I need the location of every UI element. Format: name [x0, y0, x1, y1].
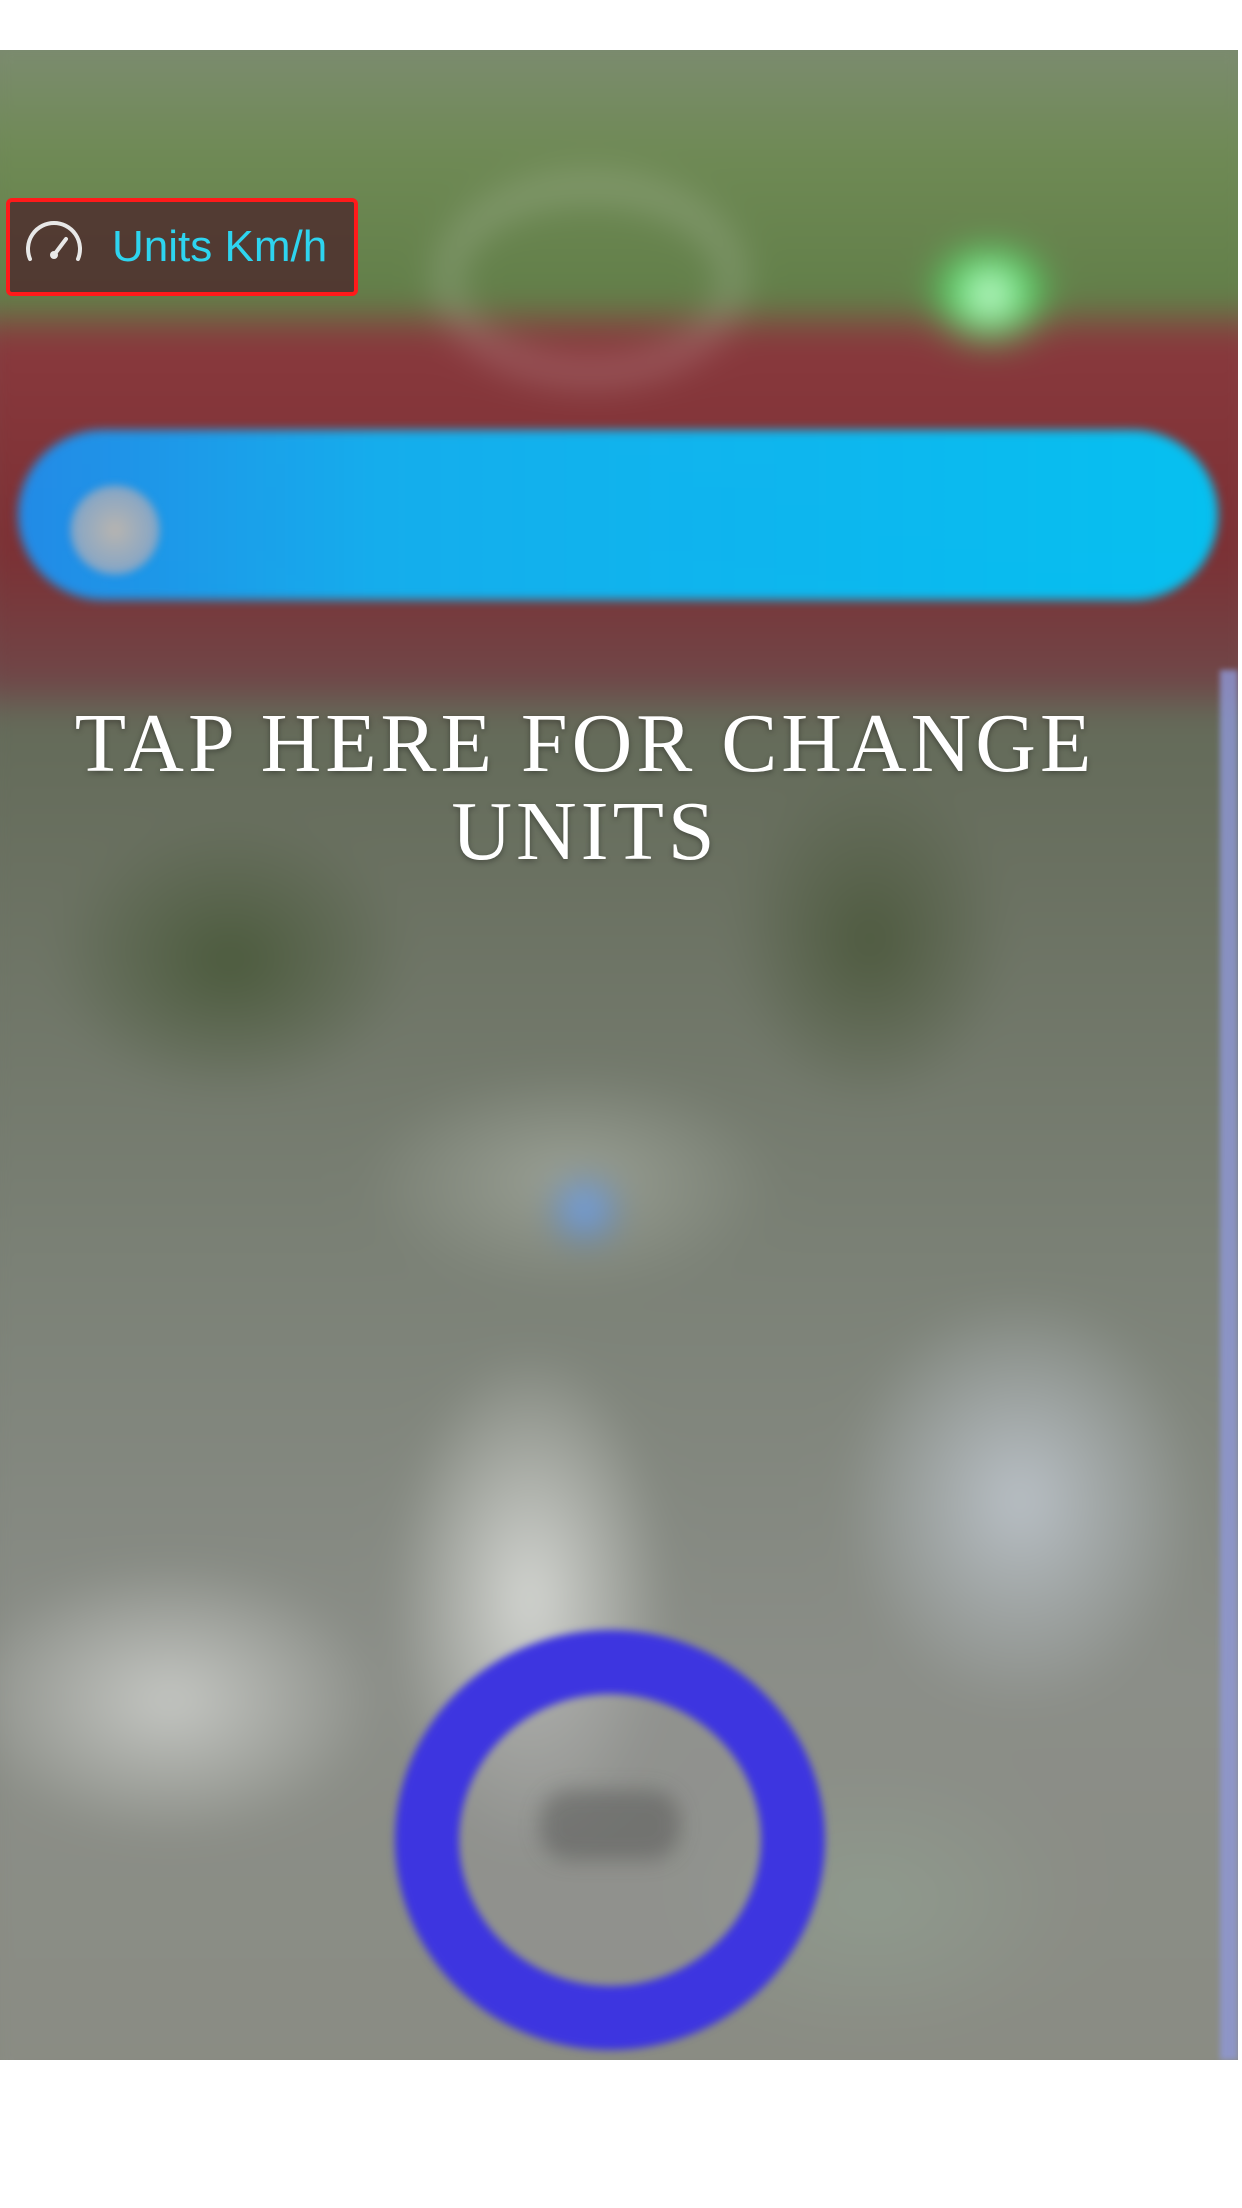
speedometer-icon	[26, 221, 82, 261]
speed-ring-center	[540, 1790, 680, 1860]
blurred-blue-bar	[18, 430, 1218, 600]
right-edge-bar	[1220, 670, 1238, 2060]
units-button[interactable]: Units Km/h	[6, 198, 358, 296]
background-rings	[440, 180, 740, 380]
bar-knob	[70, 485, 160, 575]
location-marker-icon	[555, 1180, 615, 1240]
instruction-text: TAP HERE FOR CHANGE UNITS	[74, 697, 1096, 878]
units-label: Units Km/h	[112, 222, 328, 271]
status-dot	[920, 250, 1060, 340]
